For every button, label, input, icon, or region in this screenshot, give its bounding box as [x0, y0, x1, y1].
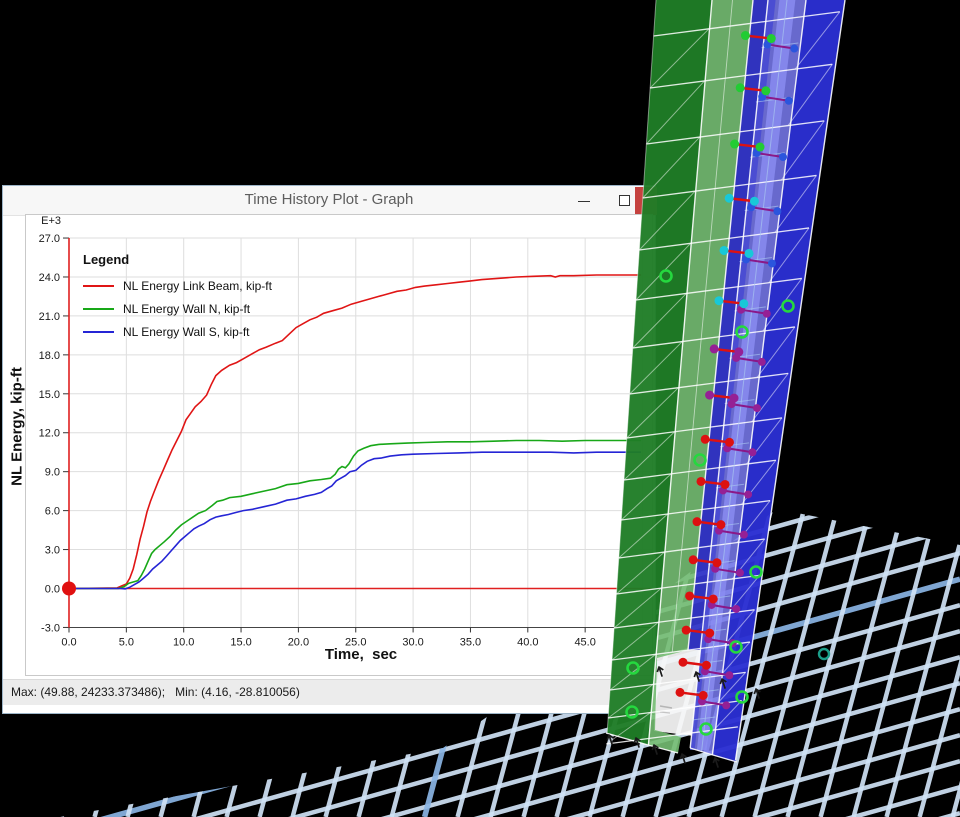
legend-swatch-link-beam — [83, 285, 114, 287]
svg-text:35.0: 35.0 — [460, 636, 481, 648]
minmax-readout: Max: (49.88, 24233.373486); Min: (4.16, … — [11, 685, 300, 699]
svg-text:40.0: 40.0 — [517, 636, 538, 648]
svg-text:15.0: 15.0 — [230, 636, 251, 648]
link-beams — [676, 31, 799, 709]
y-axis-title: NL Energy, kip-ft — [9, 327, 26, 527]
legend-label: NL Energy Wall S, kip-ft — [123, 325, 249, 339]
svg-text:0.0: 0.0 — [61, 636, 76, 648]
svg-text:12.0: 12.0 — [39, 428, 60, 440]
svg-text:45.0: 45.0 — [574, 636, 595, 648]
wall-base-opening — [654, 648, 701, 736]
svg-text:3.0: 3.0 — [45, 545, 60, 557]
chart-legend: Legend NL Energy Link Beam, kip-ft NL En… — [83, 252, 272, 343]
svg-text:24.0: 24.0 — [39, 272, 60, 284]
svg-text:21.0: 21.0 — [39, 311, 60, 323]
plot-status-bar: Max: (49.88, 24233.373486); Min: (4.16, … — [3, 679, 655, 705]
svg-text:10.0: 10.0 — [173, 636, 194, 648]
legend-item: NL Energy Wall S, kip-ft — [83, 320, 272, 343]
svg-text:0.0: 0.0 — [45, 584, 60, 596]
svg-text:-3.0: -3.0 — [41, 622, 60, 634]
svg-text:9.0: 9.0 — [45, 467, 60, 479]
legend-item: NL Energy Wall N, kip-ft — [83, 297, 272, 320]
time-history-plot-window: Time History Plot - Graph 0.05.010.015.0… — [2, 185, 656, 714]
svg-text:E+3: E+3 — [41, 215, 61, 227]
legend-swatch-wall-s — [83, 331, 114, 333]
svg-text:18.0: 18.0 — [39, 350, 60, 362]
app-viewport: Time History Plot - Graph 0.05.010.015.0… — [0, 0, 960, 817]
svg-text:6.0: 6.0 — [45, 506, 60, 518]
x-axis-title: Time, sec — [261, 646, 461, 663]
svg-text:15.0: 15.0 — [39, 389, 60, 401]
legend-title: Legend — [83, 252, 272, 267]
legend-label: NL Energy Link Beam, kip-ft — [123, 279, 272, 293]
legend-item: NL Energy Link Beam, kip-ft — [83, 274, 272, 297]
legend-swatch-wall-n — [83, 308, 114, 310]
svg-text:5.0: 5.0 — [119, 636, 134, 648]
legend-label: NL Energy Wall N, kip-ft — [123, 302, 250, 316]
svg-text:27.0: 27.0 — [39, 233, 60, 245]
